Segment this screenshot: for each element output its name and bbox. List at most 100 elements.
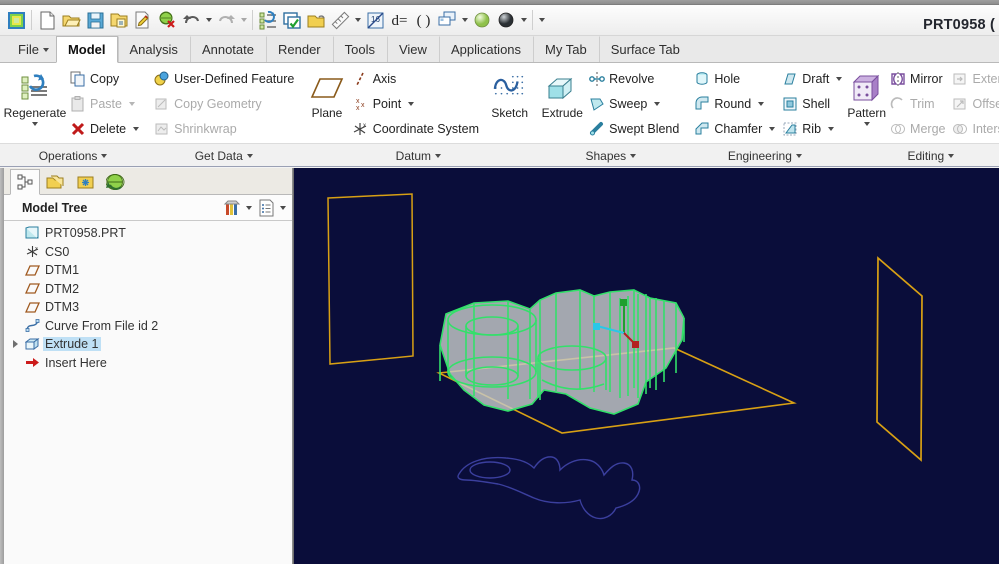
graphics-viewport[interactable] (294, 168, 999, 564)
sketch-button[interactable]: Sketch (488, 65, 531, 143)
point-label: Point (372, 97, 402, 111)
parameters-icon[interactable]: ( ) (411, 8, 435, 33)
redo-icon[interactable] (214, 8, 238, 33)
tree-item-part[interactable]: PRT0958.PRT (4, 224, 292, 243)
appearance-dark-icon[interactable] (494, 8, 518, 33)
tree-item-extrude-1[interactable]: Extrude 1 (4, 335, 292, 354)
tree-item-cs0[interactable]: x CS0 (4, 243, 292, 262)
revolve-button[interactable]: Revolve (585, 67, 682, 92)
folder-browser-tab[interactable] (40, 169, 70, 194)
model-tree-tab[interactable] (10, 169, 40, 195)
layers-icon[interactable] (435, 8, 459, 33)
extrude-1-solid[interactable] (439, 289, 685, 415)
point-button[interactable]: x x x Point (349, 92, 482, 117)
open-folder-icon[interactable] (304, 8, 328, 33)
user-defined-feature-button[interactable]: User-Defined Feature (150, 67, 297, 92)
get-data-group-label[interactable]: Get Data (146, 143, 302, 166)
paste-button[interactable]: Paste (66, 92, 142, 117)
tree-item-dtm1[interactable]: DTM1 (4, 261, 292, 280)
rib-button[interactable]: Rib (778, 117, 845, 142)
tab-annotate[interactable]: Annotate (189, 36, 266, 62)
shapes-group-label[interactable]: Shapes (535, 143, 687, 166)
copy-button[interactable]: Copy (66, 67, 142, 92)
select-items-icon[interactable] (280, 8, 304, 33)
udf-label: User-Defined Feature (174, 72, 295, 86)
datum-group-label[interactable]: Datum (301, 143, 536, 166)
delete-button[interactable]: Delete (66, 117, 142, 142)
pattern-button[interactable]: Pattern (847, 65, 886, 143)
tree-filters-icon[interactable] (220, 197, 244, 219)
regenerate-button[interactable]: Regenerate (4, 65, 66, 143)
mirror-button[interactable]: Mirror (886, 67, 948, 92)
tree-item-dtm3[interactable]: DTM3 (4, 298, 292, 317)
editing-col-2: Extend Offset (948, 65, 999, 143)
chamfer-button[interactable]: Chamfer (690, 117, 778, 142)
shrinkwrap-button[interactable]: Shrinkwrap (150, 117, 297, 142)
customize-qat-caret[interactable] (536, 8, 547, 33)
tab-analysis[interactable]: Analysis (117, 36, 190, 62)
creo-logo-icon[interactable] (4, 8, 28, 33)
tree-expander[interactable] (10, 339, 21, 350)
copy-geometry-button[interactable]: Copy Geometry (150, 92, 297, 117)
coordinate-system-button[interactable]: x Coordinate System (349, 117, 482, 142)
intersect-button[interactable]: Intersect (948, 117, 999, 142)
save-a-copy-icon[interactable] (107, 8, 131, 33)
extend-button[interactable]: Extend (948, 67, 999, 92)
engineering-group-label[interactable]: Engineering (686, 143, 844, 166)
sweep-button[interactable]: Sweep (585, 92, 682, 117)
datum-plane-dtm2[interactable] (876, 256, 923, 462)
measure-icon[interactable] (328, 8, 352, 33)
datum-plane-dtm1[interactable] (327, 193, 414, 365)
close-window-icon[interactable] (155, 8, 179, 33)
measure-dropdown-caret[interactable] (352, 8, 363, 33)
trim-button[interactable]: Trim (886, 92, 948, 117)
tree-filters-caret[interactable] (244, 197, 254, 219)
tab-surface-tab[interactable]: Surface Tab (598, 36, 692, 62)
tree-item-insert-here[interactable]: Insert Here (4, 354, 292, 373)
undo-dropdown-caret[interactable] (203, 8, 214, 33)
dimension-icon[interactable]: d= (387, 8, 411, 33)
annotate-icon[interactable]: 16 (363, 8, 387, 33)
merge-button[interactable]: Merge (886, 117, 948, 142)
offset-icon (951, 96, 968, 113)
swept-blend-button[interactable]: Swept Blend (585, 117, 682, 142)
tab-file[interactable]: File (6, 36, 56, 62)
tree-settings-icon[interactable] (254, 197, 278, 219)
svg-text:d=: d= (391, 13, 407, 29)
tree-item-dtm2[interactable]: DTM2 (4, 280, 292, 299)
curve-icon (24, 318, 40, 334)
save-icon[interactable] (83, 8, 107, 33)
tree-settings-caret[interactable] (278, 197, 288, 219)
connections-tab[interactable] (100, 169, 130, 194)
ribbon-group-get-data: User-Defined Feature Copy Geometry Shrin… (146, 63, 302, 166)
hole-button[interactable]: Hole (690, 67, 778, 92)
tab-view[interactable]: View (386, 36, 439, 62)
appearance-light-icon[interactable] (470, 8, 494, 33)
offset-button[interactable]: Offset (948, 92, 999, 117)
edit-file-icon[interactable] (131, 8, 155, 33)
undo-icon[interactable] (179, 8, 203, 33)
regenerate-icon[interactable] (256, 8, 280, 33)
open-icon[interactable] (59, 8, 83, 33)
redo-dropdown-caret[interactable] (238, 8, 249, 33)
round-button[interactable]: Round (690, 92, 778, 117)
tree-item-curve-from-file[interactable]: Curve From File id 2 (4, 317, 292, 336)
tab-my-tab[interactable]: My Tab (533, 36, 599, 62)
new-icon[interactable] (35, 8, 59, 33)
tab-tools[interactable]: Tools (332, 36, 387, 62)
axis-button[interactable]: Axis (349, 67, 482, 92)
draft-button[interactable]: Draft (778, 67, 845, 92)
tree-expander[interactable] (10, 228, 21, 239)
tab-applications[interactable]: Applications (438, 36, 533, 62)
editing-group-label[interactable]: Editing (843, 143, 999, 166)
layers-dropdown-caret[interactable] (459, 8, 470, 33)
operations-group-label[interactable]: Operations (0, 143, 147, 166)
curve-from-file[interactable] (457, 456, 641, 520)
appearance-dropdown-caret[interactable] (518, 8, 529, 33)
favorites-tab[interactable] (70, 169, 100, 194)
tab-model[interactable]: Model (55, 36, 118, 63)
extrude-button[interactable]: Extrude (539, 65, 585, 143)
tab-render[interactable]: Render (265, 36, 333, 62)
plane-button[interactable]: Plane (305, 65, 348, 143)
shell-button[interactable]: Shell (778, 92, 845, 117)
